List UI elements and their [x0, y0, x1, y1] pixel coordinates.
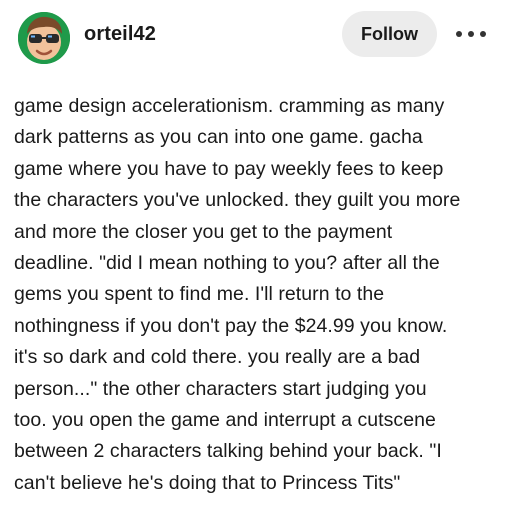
post-text: game design accelerationism. cramming as… [14, 95, 461, 494]
cartoon-face-with-sunglasses-avatar-icon [18, 12, 70, 64]
username[interactable]: orteil42 [84, 20, 156, 48]
ellipsis-dot [456, 31, 462, 37]
ellipsis-dot [480, 31, 486, 37]
avatar[interactable] [18, 12, 70, 64]
more-options-ellipsis-icon[interactable] [450, 20, 492, 48]
post-header: orteil42 Follow [0, 0, 511, 70]
post-card: orteil42 Follow game design acceleration… [0, 0, 511, 512]
ellipsis-dot [468, 31, 474, 37]
follow-button[interactable]: Follow [342, 11, 437, 57]
